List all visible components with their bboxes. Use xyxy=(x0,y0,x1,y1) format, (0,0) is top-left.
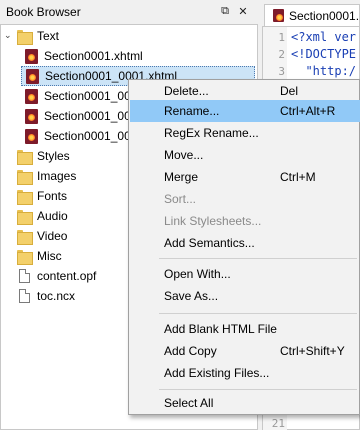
code-line: <!DOCTYPE xyxy=(291,47,357,61)
tree-file[interactable]: Section0001_000 xyxy=(19,126,137,146)
tree-item-label: content.opf xyxy=(37,269,97,283)
folder-icon xyxy=(17,209,33,225)
code-line: <?xml ver xyxy=(291,30,357,44)
tree-item-label: Section0001_000 xyxy=(44,129,138,143)
tree-item-label: Images xyxy=(37,169,77,183)
menu-item-merge[interactable]: Merge Ctrl+M xyxy=(130,166,360,188)
float-icon: ⧉ xyxy=(221,4,229,17)
document-icon xyxy=(19,269,30,283)
panel-title: Book Browser xyxy=(6,5,81,19)
tree-folder-video[interactable]: Video xyxy=(17,226,67,246)
menu-item-label: Add Blank HTML File xyxy=(164,322,277,336)
menu-item-label: Rename... xyxy=(164,104,220,118)
menu-item-delete[interactable]: Delete... Del xyxy=(130,80,360,102)
menu-item-label: Add Semantics... xyxy=(164,236,255,250)
folder-icon xyxy=(17,29,33,45)
code-line: "http:/ xyxy=(291,64,357,78)
menu-item-add-semantics[interactable]: Add Semantics... xyxy=(130,232,360,254)
menu-item-label: Add Existing Files... xyxy=(164,366,270,380)
close-panel-button[interactable]: ✕ xyxy=(236,4,250,18)
folder-icon xyxy=(17,229,33,245)
tree-file[interactable]: Section0001.xhtml xyxy=(19,46,143,66)
xhtml-file-icon xyxy=(25,128,38,144)
document-icon xyxy=(19,289,30,303)
tree-folder-misc[interactable]: Misc xyxy=(17,246,62,266)
menu-item-open-with[interactable]: Open With... xyxy=(130,263,360,285)
editor-tab[interactable]: Section0001. xyxy=(264,4,360,26)
tree-file[interactable]: Section0001_000 xyxy=(19,106,137,126)
chevron-down-icon[interactable]: ⌄ xyxy=(4,30,14,40)
tree-folder-images[interactable]: Images xyxy=(17,166,76,186)
tree-item-label: Section0001.xhtml xyxy=(44,49,143,63)
menu-item-shortcut: Ctrl+Alt+R xyxy=(280,104,336,118)
tree-item-label: Section0001_000 xyxy=(44,109,138,123)
folder-icon xyxy=(17,149,33,165)
tree-folder-styles[interactable]: Styles xyxy=(17,146,70,166)
menu-item-label: Delete... xyxy=(164,84,209,98)
menu-item-shortcut: Ctrl+Shift+Y xyxy=(280,344,345,358)
menu-item-sort[interactable]: Sort... xyxy=(130,188,360,210)
tree-file-opf[interactable]: content.opf xyxy=(19,266,96,286)
xhtml-file-icon xyxy=(25,108,38,124)
folder-icon xyxy=(17,189,33,205)
tree-item-label: Styles xyxy=(37,149,70,163)
tree-item-label: Misc xyxy=(37,249,62,263)
menu-item-add-blank-html[interactable]: Add Blank HTML File xyxy=(130,318,360,340)
tree-folder-audio[interactable]: Audio xyxy=(17,206,68,226)
menu-item-label: Open With... xyxy=(164,267,231,281)
menu-item-label: Sort... xyxy=(164,192,197,206)
menu-item-label: RegEx Rename... xyxy=(164,126,259,140)
line-number: 21 xyxy=(271,417,285,430)
menu-item-add-existing-files[interactable]: Add Existing Files... xyxy=(130,362,360,384)
tree-item-label: Audio xyxy=(37,209,68,223)
menu-item-label: Add Copy xyxy=(164,344,217,358)
tree-file-ncx[interactable]: toc.ncx xyxy=(19,286,75,306)
menu-item-label: Merge xyxy=(164,170,199,184)
editor-tab-label: Section0001. xyxy=(288,8,359,23)
xhtml-file-icon xyxy=(26,68,39,84)
menu-item-add-copy[interactable]: Add Copy Ctrl+Shift+Y xyxy=(130,340,360,362)
menu-item-move[interactable]: Move... xyxy=(130,144,360,166)
menu-item-shortcut: Del xyxy=(280,84,299,98)
tree-item-label: Video xyxy=(37,229,68,243)
menu-item-regex-rename[interactable]: RegEx Rename... xyxy=(130,122,360,144)
folder-icon xyxy=(17,169,33,185)
line-number: 3 xyxy=(278,65,285,78)
tree-item-label: Text xyxy=(37,29,60,43)
tree-folder-text[interactable]: ⌄ Text xyxy=(1,26,257,46)
menu-item-label: Save As... xyxy=(164,289,219,303)
folder-icon xyxy=(17,249,33,265)
menu-item-save-as[interactable]: Save As... xyxy=(130,285,360,307)
xhtml-file-icon xyxy=(25,48,38,64)
tree-item-label: toc.ncx xyxy=(37,289,76,303)
float-panel-button[interactable]: ⧉ xyxy=(218,4,232,18)
line-number: 1 xyxy=(278,31,285,44)
menu-item-link-stylesheets[interactable]: Link Stylesheets... xyxy=(130,210,360,232)
menu-separator xyxy=(159,258,357,259)
menu-separator xyxy=(159,313,357,314)
sigil-window: Book Browser ⧉ ✕ ⌄ Text Section0001.xhtm… xyxy=(0,0,360,430)
line-number: 2 xyxy=(278,48,285,61)
menu-item-label: Move... xyxy=(164,148,204,162)
menu-item-label: Link Stylesheets... xyxy=(164,214,262,228)
context-menu: Delete... Del Rename... Ctrl+Alt+R RegEx… xyxy=(128,79,360,415)
tree-folder-fonts[interactable]: Fonts xyxy=(17,186,67,206)
menu-item-label: Select All xyxy=(164,396,214,410)
xhtml-file-icon xyxy=(273,9,284,22)
tree-file[interactable]: Section0001_000 xyxy=(19,86,137,106)
menu-separator xyxy=(159,389,357,390)
close-icon: ✕ xyxy=(238,5,248,18)
menu-item-shortcut: Ctrl+M xyxy=(280,170,316,184)
tree-item-label: Section0001_000 xyxy=(44,89,138,103)
menu-item-select-all[interactable]: Select All xyxy=(130,392,360,414)
xhtml-file-icon xyxy=(25,88,38,104)
menu-item-rename[interactable]: Rename... Ctrl+Alt+R xyxy=(130,100,360,122)
tree-item-label: Fonts xyxy=(37,189,68,203)
panel-titlebar: Book Browser ⧉ ✕ xyxy=(0,0,258,24)
